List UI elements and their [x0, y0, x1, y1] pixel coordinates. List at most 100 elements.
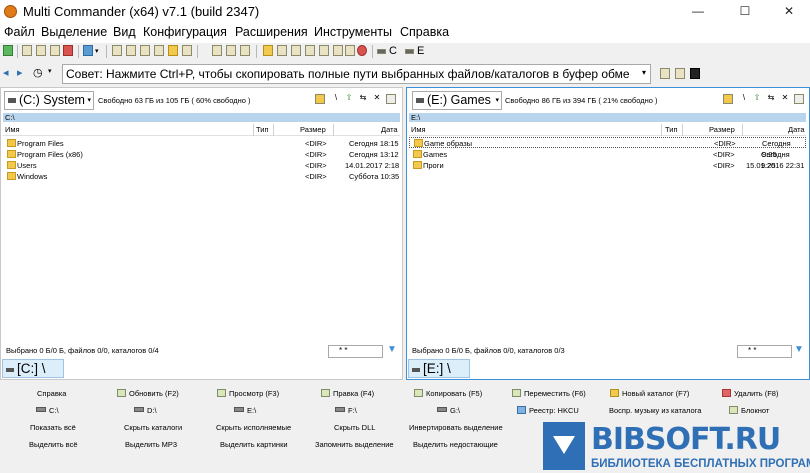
select-missing-button[interactable]: Выделить недостающие [413, 438, 498, 451]
table-row[interactable]: Program Files (x86) <DIR> Сегодня 13:12 [3, 149, 400, 160]
right-path-bar[interactable]: E:\ [409, 113, 806, 122]
minimize-button[interactable]: — [675, 0, 721, 22]
file-icon[interactable] [154, 45, 164, 56]
panel-menu-icon[interactable] [386, 94, 396, 104]
file-icon[interactable] [291, 45, 301, 56]
drive-e-button[interactable]: E [417, 45, 424, 57]
panel-menu-icon[interactable] [794, 94, 804, 104]
table-row[interactable]: Games <DIR> Сегодня 9:25 [409, 149, 806, 170]
drive-f-button[interactable]: F:\ [335, 404, 357, 417]
maximize-button[interactable]: ☐ [722, 0, 768, 22]
folder-icon[interactable] [263, 45, 273, 56]
edit-button[interactable]: Правка (F4) [321, 387, 374, 400]
menu-file[interactable]: Файл [4, 25, 35, 39]
table-row[interactable]: Game образы <DIR> Сегодня 9:25 [409, 137, 806, 159]
drive-e-button[interactable]: E:\ [234, 404, 256, 417]
up-icon[interactable]: ⇧ [344, 94, 354, 104]
filter-icon[interactable]: ▼ [387, 345, 397, 355]
column-name[interactable]: Имя [411, 125, 426, 134]
menu-selection[interactable]: Выделение [41, 25, 107, 39]
new-folder-button[interactable]: Новый каталог (F7) [610, 387, 689, 400]
file-icon[interactable] [112, 45, 122, 56]
show-all-button[interactable]: Показать всё [30, 421, 76, 434]
calculator-icon[interactable] [675, 68, 685, 79]
drive-c-button[interactable]: C:\ [36, 404, 59, 417]
delete-button[interactable]: Удалить (F8) [722, 387, 778, 400]
file-icon[interactable] [319, 45, 329, 56]
select-all-button[interactable]: Выделить всё [29, 438, 78, 451]
menu-extensions[interactable]: Расширения [235, 25, 308, 39]
refresh-icon[interactable] [3, 45, 13, 56]
tip-dropdown-arrow[interactable]: ▾ [642, 68, 646, 77]
swap-icon[interactable]: ⇆ [358, 94, 368, 104]
select-mp3-button[interactable]: Выделить MP3 [125, 438, 177, 451]
column-name[interactable]: Имя [5, 125, 20, 134]
copy-button[interactable]: Копировать (F5) [414, 387, 482, 400]
drive-g-button[interactable]: G:\ [437, 404, 460, 417]
up-icon[interactable]: ⇧ [752, 94, 762, 104]
select-images-button[interactable]: Выделить картинки [220, 438, 288, 451]
file-icon[interactable] [305, 45, 315, 56]
chevron-down-icon[interactable]: ▾ [95, 47, 99, 55]
view-button[interactable]: Просмотр (F3) [217, 387, 279, 400]
left-filter-input[interactable]: * * [328, 345, 383, 358]
play-music-button[interactable]: Воспр. музыку из каталога [609, 404, 701, 417]
forward-arrow-icon[interactable]: ▸ [17, 66, 23, 79]
left-drive-selector[interactable]: (C:) System ▾ [4, 91, 94, 110]
file-icon[interactable] [182, 45, 192, 56]
tools-icon[interactable]: ✕ [372, 94, 382, 104]
back-arrow-icon[interactable]: ◂ [3, 66, 9, 79]
package-icon[interactable] [168, 45, 178, 56]
move-button[interactable]: Переместить (F6) [512, 387, 586, 400]
registry-hkcu-button[interactable]: Реестр: HKCU [517, 404, 579, 417]
clock-icon[interactable]: ◷ [33, 66, 43, 79]
cut-icon[interactable] [22, 45, 32, 56]
file-icon[interactable] [226, 45, 236, 56]
layout-icon[interactable] [83, 45, 93, 56]
hide-executables-button[interactable]: Скрыть исполняемые [216, 421, 291, 434]
root-icon[interactable]: \ [331, 94, 341, 104]
swap-icon[interactable]: ⇆ [766, 94, 776, 104]
table-row[interactable]: Проги <DIR> 15.01.2016 22:31 [409, 160, 806, 171]
column-type[interactable]: Тип [665, 125, 678, 134]
drive-d-button[interactable]: D:\ [134, 404, 157, 417]
tab-right-e[interactable]: [E:] \ [408, 359, 470, 378]
table-row[interactable]: Users <DIR> 14.01.2017 2:18 [3, 160, 400, 171]
hide-dll-button[interactable]: Скрыть DLL [334, 421, 375, 434]
right-drive-selector[interactable]: (E:) Games ▾ [412, 91, 502, 110]
console-icon[interactable] [690, 68, 700, 79]
edit-icon[interactable] [345, 45, 355, 56]
column-date[interactable]: Дата [788, 125, 805, 134]
column-date[interactable]: Дата [381, 125, 398, 134]
copy-icon[interactable] [36, 45, 46, 56]
column-size[interactable]: Размер [300, 125, 326, 134]
help-button[interactable]: Справка [37, 387, 66, 400]
refresh-button[interactable]: Обновить (F2) [117, 387, 179, 400]
menu-view[interactable]: Вид [113, 25, 136, 39]
hide-folders-button[interactable]: Скрыть каталоги [124, 421, 182, 434]
column-size[interactable]: Размер [709, 125, 735, 134]
delete-icon[interactable] [63, 45, 73, 56]
menu-tools[interactable]: Инструменты [314, 25, 392, 39]
filter-icon[interactable]: ▼ [794, 345, 804, 355]
drive-c-button[interactable]: C [389, 45, 397, 57]
favorites-icon[interactable] [723, 94, 733, 104]
remember-selection-button[interactable]: Запомнить выделение [315, 438, 394, 451]
column-type[interactable]: Тип [256, 125, 269, 134]
file-icon[interactable] [277, 45, 287, 56]
left-path-bar[interactable]: C:\ [3, 113, 400, 122]
root-icon[interactable]: \ [739, 94, 749, 104]
menu-configuration[interactable]: Конфигурация [143, 25, 227, 39]
notepad-icon[interactable] [660, 68, 670, 79]
tip-field[interactable]: Совет: Нажмите Ctrl+P, чтобы скопировать… [62, 64, 651, 84]
color-wheel-icon[interactable] [357, 45, 367, 56]
table-row[interactable]: Program Files <DIR> Сегодня 18:15 [3, 138, 400, 149]
table-row[interactable]: Windows <DIR> Суббота 10:35 [3, 171, 400, 182]
notepad-button[interactable]: Блокнот [729, 404, 769, 417]
file-icon[interactable] [140, 45, 150, 56]
file-icon[interactable] [126, 45, 136, 56]
invert-selection-button[interactable]: Инвертировать выделение [409, 421, 503, 434]
tools-icon[interactable]: ✕ [780, 94, 790, 104]
file-icon[interactable] [333, 45, 343, 56]
file-icon[interactable] [212, 45, 222, 56]
